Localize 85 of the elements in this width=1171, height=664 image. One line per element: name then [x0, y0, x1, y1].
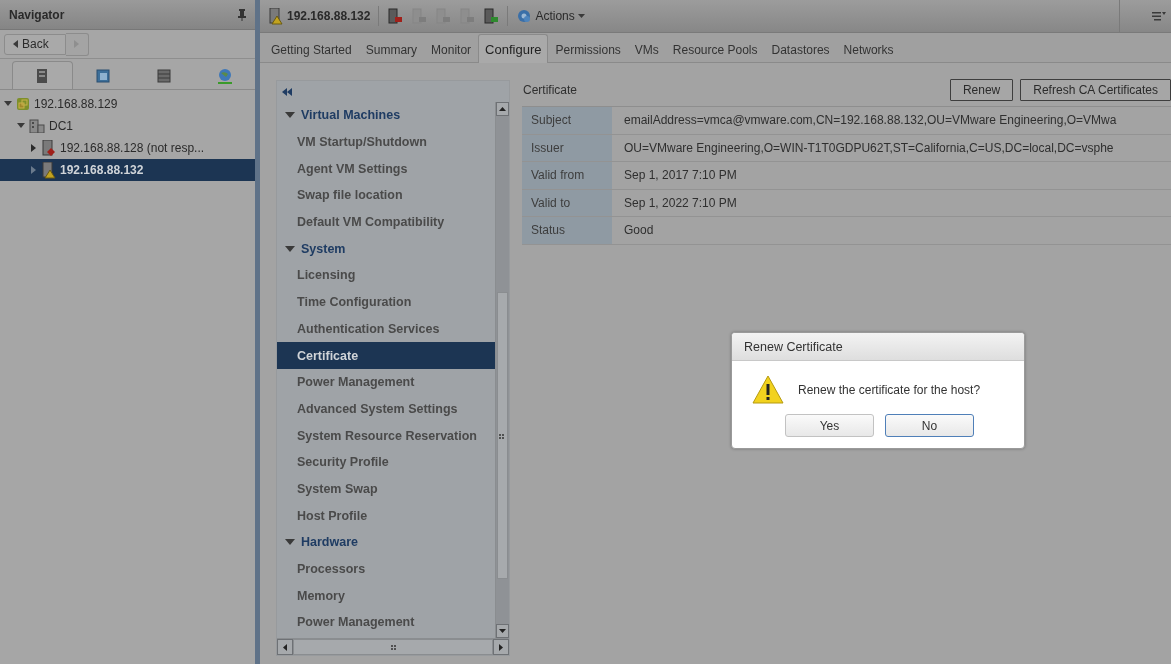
caret-down-icon — [285, 245, 295, 252]
tree-item[interactable]: DC1 — [0, 115, 255, 137]
scroll-up-icon — [499, 107, 506, 111]
vertical-scrollbar[interactable] — [495, 102, 509, 638]
grip-icon — [390, 644, 396, 650]
horizontal-scrollbar[interactable] — [277, 638, 509, 655]
vcenter-icon — [16, 97, 30, 111]
caret-right-icon[interactable] — [31, 144, 37, 152]
pin-icon[interactable] — [237, 8, 247, 21]
server-warning-icon — [42, 161, 56, 179]
database-icon[interactable] — [156, 68, 171, 83]
action-button[interactable]: Renew — [949, 79, 1014, 101]
section-header[interactable]: System — [277, 235, 495, 263]
tab[interactable]: Configure — [478, 34, 549, 63]
scroll-down-icon — [499, 629, 506, 633]
object-title: 192.168.88.132 — [287, 9, 371, 23]
property-label: Status — [522, 217, 612, 244]
property-value: Good — [623, 222, 655, 240]
tree-item[interactable]: 192.168.88.132 — [0, 159, 255, 181]
caret-right-icon[interactable] — [31, 166, 37, 174]
scroll-left-icon — [283, 643, 287, 651]
nav-item[interactable]: Power Management — [277, 609, 495, 636]
actions-menu[interactable]: Actions — [516, 8, 585, 24]
property-value: Sep 1, 2022 7:10 PM — [623, 194, 738, 212]
dialog-button[interactable]: Yes — [785, 414, 874, 437]
tab[interactable]: Resource Pools — [665, 36, 765, 62]
menu-icon[interactable] — [1152, 11, 1166, 21]
caret-down-icon[interactable] — [17, 123, 25, 129]
tab[interactable]: Networks — [836, 36, 901, 62]
globe-icon[interactable] — [216, 67, 233, 84]
nav-item[interactable]: Agent VM Settings — [277, 155, 495, 183]
property-label: Valid to — [522, 189, 612, 216]
scroll-right-icon — [499, 643, 503, 651]
nav-item[interactable]: VM Startup/Shutdown — [277, 128, 495, 156]
tab[interactable]: Permissions — [548, 36, 628, 62]
dialog-title: Renew Certificate — [732, 333, 1024, 361]
tab[interactable]: Monitor — [424, 36, 479, 62]
property-label: Subject — [522, 107, 612, 134]
navigator-tab[interactable] — [12, 61, 73, 89]
warning-icon — [752, 375, 784, 405]
nav-item[interactable]: Authentication Services — [277, 315, 495, 343]
section-title: Certificate — [523, 83, 578, 97]
nav-item[interactable]: System Swap — [277, 475, 495, 503]
panel-title: Navigator — [9, 7, 65, 22]
tree-item[interactable]: 192.168.88.129 — [0, 93, 255, 115]
caret-down-icon[interactable] — [4, 101, 12, 107]
nav-item[interactable]: Certificate — [277, 342, 495, 369]
nav-item[interactable]: Advanced System Settings — [277, 395, 495, 423]
property-value: OU=VMware Engineering,O=WIN-T1T0GDPU62T,ST=California,C=US,DC=local,DC=vsphe — [623, 139, 1115, 157]
property-label: Issuer — [522, 134, 612, 161]
back-arrow-icon — [13, 40, 18, 48]
tree-item[interactable]: 192.168.88.128 (not resp... — [0, 137, 255, 159]
nav-item[interactable]: Default VM Compatibility — [277, 208, 495, 236]
nav-item[interactable]: Swap file location — [277, 182, 495, 209]
building-icon — [29, 119, 45, 133]
tab[interactable]: VMs — [627, 36, 666, 62]
caret-down-icon — [285, 112, 295, 119]
tab[interactable]: Datastores — [764, 36, 837, 62]
nav-item[interactable]: Power Management — [277, 368, 495, 396]
dialog-button[interactable]: No — [885, 414, 974, 437]
nav-item[interactable]: System Resource Reservation — [277, 422, 495, 449]
nav-item[interactable]: Host Profile — [277, 502, 495, 529]
collapse-icon[interactable] — [282, 87, 292, 96]
virtual-machine-icon[interactable] — [96, 68, 111, 83]
tab[interactable]: Summary — [358, 36, 425, 62]
property-value: Sep 1, 2017 7:10 PM — [623, 167, 738, 185]
nav-item[interactable]: Processors — [277, 555, 495, 583]
grip-icon — [499, 434, 504, 439]
section-header[interactable]: Virtual Machines — [277, 102, 495, 129]
server-warning-icon — [269, 7, 283, 25]
dialog-message: Renew the certificate for the host? — [798, 383, 981, 397]
nav-item[interactable]: Memory — [277, 582, 495, 610]
nav-item[interactable]: Time Configuration — [277, 288, 495, 316]
server-error-icon — [42, 139, 56, 157]
tab[interactable]: Getting Started — [264, 36, 359, 62]
property-label: Valid from — [522, 162, 612, 189]
section-header[interactable]: Hardware — [277, 529, 495, 556]
action-button[interactable]: Refresh CA Certificates — [1020, 79, 1171, 101]
nav-item[interactable]: Security Profile — [277, 448, 495, 476]
caret-down-icon — [285, 539, 295, 546]
caret-down-icon — [577, 14, 585, 18]
server-stack-icon[interactable] — [36, 67, 49, 84]
back-button[interactable]: Back — [4, 33, 66, 55]
nav-item[interactable]: Licensing — [277, 262, 495, 289]
property-value: emailAddress=vmca@vmware.com,CN=192.168.88.132,OU=VMware Engineering,O=VMwa — [623, 112, 1118, 130]
